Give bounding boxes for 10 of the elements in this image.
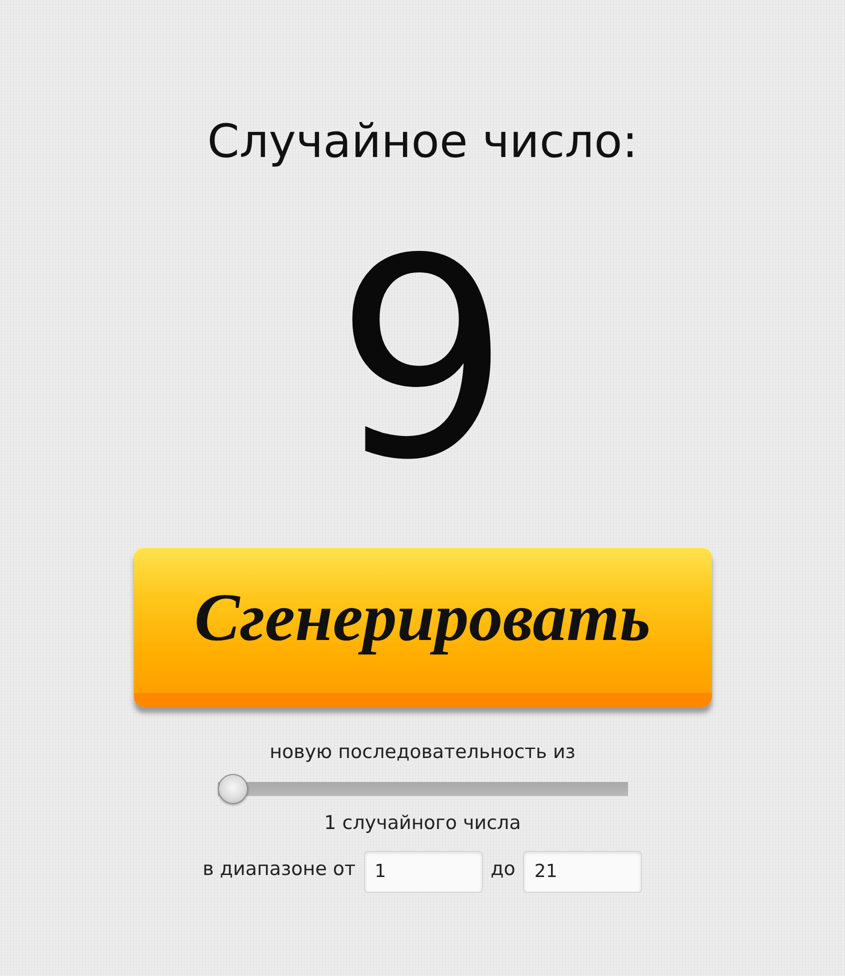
range-from-label: в диапазоне от xyxy=(202,858,356,880)
random-number: 9 xyxy=(335,223,510,498)
sequence-label: новую последовательность из xyxy=(270,741,576,764)
count-slider-track[interactable] xyxy=(218,774,628,804)
generate-button[interactable]: Сгенерировать xyxy=(134,547,712,707)
range-from-input[interactable]: 1 xyxy=(364,850,483,893)
range-to-input[interactable]: 21 xyxy=(523,850,642,893)
count-text: 1 случайного числа xyxy=(324,812,521,835)
range-to-label: до xyxy=(490,858,516,880)
slider-thumb[interactable] xyxy=(218,774,248,804)
